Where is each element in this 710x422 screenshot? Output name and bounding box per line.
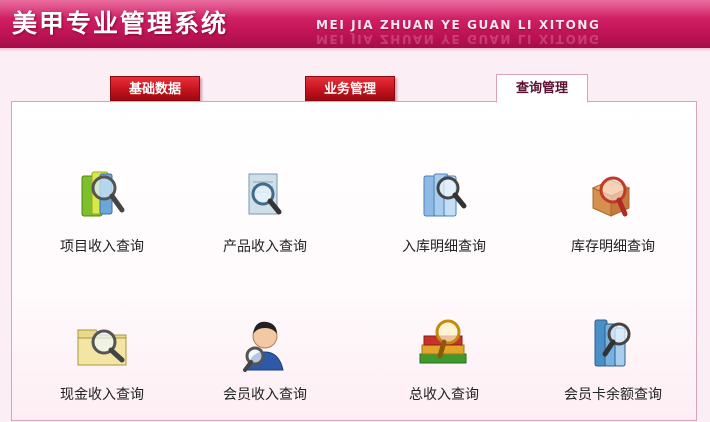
book-stack-magnifier-icon — [419, 319, 467, 364]
binders-magnifier-icon — [423, 173, 467, 217]
item-label: 入库明细查询 — [402, 239, 486, 255]
inbound-detail-query[interactable]: 入库明细查询 — [369, 164, 519, 274]
app-subtitle-reflection: MEI JIA ZHUAN YE GUAN LI XITONG — [316, 32, 601, 46]
item-label: 会员卡余额查询 — [564, 387, 662, 403]
app-title: 美甲专业管理系统 — [12, 9, 229, 38]
books-magnifier-icon — [81, 171, 125, 217]
stock-detail-query[interactable]: 库存明细查询 — [538, 164, 688, 274]
product-income-query[interactable]: 产品收入查询 — [190, 164, 340, 274]
app-header: 美甲专业管理系统 MEI JIA ZHUAN YE GUAN LI XITONG… — [0, 0, 710, 48]
header-divider — [0, 48, 710, 52]
person-magnifier-icon — [243, 321, 284, 372]
tab-query-management[interactable]: 查询管理 — [496, 74, 588, 103]
folder-magnifier-icon — [77, 329, 127, 366]
member-income-query[interactable]: 会员收入查询 — [190, 312, 340, 422]
total-income-query[interactable]: 总收入查询 — [369, 312, 519, 422]
item-label: 项目收入查询 — [60, 239, 144, 255]
member-card-balance-query[interactable]: 会员卡余额查询 — [538, 312, 688, 422]
item-label: 会员收入查询 — [223, 387, 307, 403]
query-panel: 项目收入查询 产品收入查询 入库明细查询 库存明细查询 现金收入查询 会员收入查… — [11, 101, 697, 421]
item-label: 总收入查询 — [409, 387, 479, 403]
tab-business-management[interactable]: 业务管理 — [305, 76, 395, 101]
cash-income-query[interactable]: 现金收入查询 — [27, 312, 177, 422]
item-label: 库存明细查询 — [571, 239, 655, 255]
project-income-query[interactable]: 项目收入查询 — [27, 164, 177, 274]
document-magnifier-icon — [248, 173, 282, 215]
item-label: 现金收入查询 — [60, 387, 144, 403]
tab-basic-data[interactable]: 基础数据 — [110, 76, 200, 101]
item-label: 产品收入查询 — [223, 239, 307, 255]
box-magnifier-icon — [591, 176, 631, 217]
card-magnifier-icon — [594, 319, 631, 367]
